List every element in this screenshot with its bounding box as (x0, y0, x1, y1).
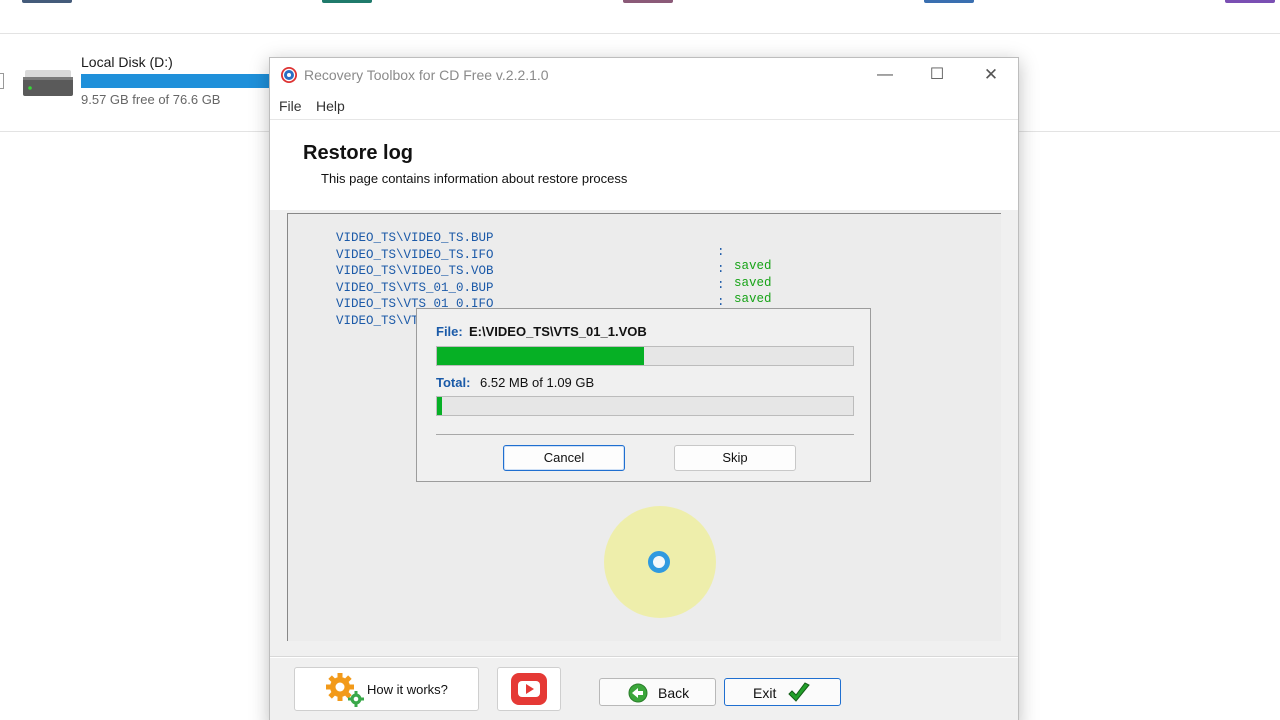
maximize-button[interactable]: ☐ (910, 58, 964, 92)
cancel-button[interactable]: Cancel (503, 445, 625, 471)
how-it-works-button[interactable]: How it works? (294, 667, 479, 711)
explorer-top-strip (0, 0, 1280, 34)
exit-label: Exit (753, 685, 777, 701)
log-row: VIDEO_TS\VIDEO_TS.VOB : saved (291, 250, 772, 306)
explorer-tile-edge (1225, 0, 1275, 3)
page-header: Restore log This page contains informati… (270, 120, 1018, 210)
dialog-divider (436, 434, 854, 435)
exit-button[interactable]: Exit (724, 678, 841, 706)
title-bar[interactable]: Recovery Toolbox for CD Free v.2.2.1.0 —… (270, 58, 1018, 92)
total-value: 6.52 MB of 1.09 GB (480, 375, 595, 390)
drive-name: Local Disk (D:) (81, 54, 173, 70)
explorer-tile-edge (924, 0, 974, 3)
explorer-tile-edge (623, 0, 673, 3)
back-button[interactable]: Back (599, 678, 716, 706)
back-arrow-icon (628, 683, 648, 703)
page-title: Restore log (303, 142, 414, 164)
log-separator: : (717, 294, 725, 309)
progress-dialog: File: E:\VIDEO_TS\VTS_01_1.VOB Total: 6.… (416, 308, 871, 482)
checkmark-icon (788, 682, 810, 702)
menu-help[interactable]: Help (316, 98, 345, 114)
app-logo-icon (281, 67, 297, 83)
busy-cursor-icon (648, 551, 670, 573)
log-separator: : (717, 278, 725, 292)
menu-bar: File Help (270, 92, 1018, 120)
file-label: File: (436, 324, 463, 339)
file-progress-fill (437, 347, 644, 365)
youtube-button[interactable] (497, 667, 561, 711)
file-path: E:\VIDEO_TS\VTS_01_1.VOB (469, 324, 647, 339)
log-row: VIDEO_TS\VTS_01_0.IFO : saved (291, 283, 772, 339)
drive-usage-bar (81, 74, 271, 88)
log-row: VIDEO_TS\VIDEO_TS.BUP : saved (291, 217, 772, 273)
selection-edge (0, 73, 4, 89)
youtube-play-icon (511, 673, 547, 705)
bottom-divider (270, 656, 1018, 658)
minimize-button[interactable]: — (858, 58, 912, 92)
total-progress-bar (436, 396, 854, 416)
window-title: Recovery Toolbox for CD Free v.2.2.1.0 (304, 67, 549, 83)
log-status: saved (734, 259, 772, 273)
menu-file[interactable]: File (279, 98, 302, 114)
hard-drive-icon (23, 70, 73, 96)
total-label: Total: (436, 375, 471, 390)
close-button[interactable]: ✕ (964, 58, 1018, 92)
log-separator: : (717, 261, 725, 276)
page-subtitle: This page contains information about res… (321, 171, 628, 186)
skip-button[interactable]: Skip (674, 445, 796, 471)
explorer-tile-edge (322, 0, 372, 3)
gears-icon (326, 673, 364, 707)
log-status: saved (734, 275, 772, 290)
log-row: VIDEO_TS\VTS_01_0.BUP : saved (291, 267, 772, 323)
explorer-tile-edge (22, 0, 72, 3)
back-label: Back (658, 685, 690, 701)
file-progress-bar (436, 346, 854, 366)
drive-free-space: 9.57 GB free of 76.6 GB (81, 92, 221, 107)
how-it-works-label: How it works? (367, 682, 448, 697)
total-progress-fill (437, 397, 442, 415)
log-status: saved (734, 292, 772, 306)
log-separator: : (717, 245, 725, 259)
log-row: VIDEO_TS\VIDEO_TS.IFO : saved (291, 234, 772, 290)
